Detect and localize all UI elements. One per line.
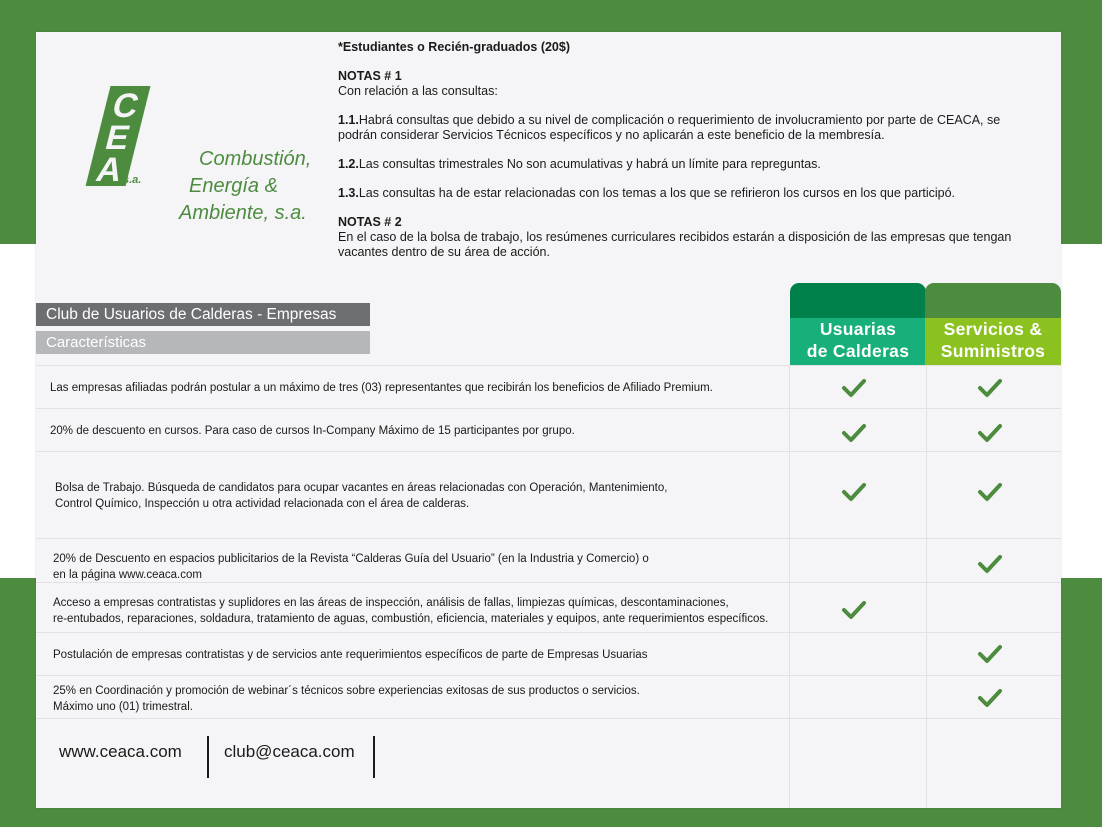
- column-label-line-2: de Calderas: [806, 341, 910, 361]
- notes-1-title: NOTAS # 1: [338, 69, 402, 83]
- check-icon: [841, 599, 867, 621]
- logo-line-3: Ambiente, s.a.: [179, 202, 307, 224]
- column-label-line-1: Servicios &: [943, 319, 1043, 339]
- check-icon: [977, 481, 1003, 503]
- feature-description-line: 20% de Descuento en espacios publicitari…: [53, 553, 649, 565]
- feature-description-line: Máximo uno (01) trimestral.: [53, 701, 193, 713]
- column-cap: [925, 283, 1061, 318]
- note-1-3-text: Las consultas ha de estar relacionadas c…: [358, 186, 956, 200]
- email-link[interactable]: club@ceaca.com: [224, 742, 355, 762]
- feature-description-line: Acceso a empresas contratistas y suplido…: [53, 597, 729, 609]
- column-label: Servicios & Suministros: [925, 318, 1061, 366]
- table-row-divider: [36, 718, 1061, 719]
- table-row: 20% de descuento en cursos. Para caso de…: [36, 408, 1061, 452]
- note-1-1-number: 1.1.: [338, 113, 359, 127]
- feature-description-line: 25% en Coordinación y promoción de webin…: [53, 685, 640, 697]
- logo-line-2: Energía &: [189, 175, 278, 197]
- feature-description: 25% en Coordinación y promoción de webin…: [53, 683, 640, 715]
- column-divider: [926, 365, 927, 808]
- table-row: Bolsa de Trabajo. Búsqueda de candidatos…: [36, 451, 1061, 539]
- feature-description-line: en la página www.ceaca.com: [53, 569, 202, 581]
- note-1-2-number: 1.2.: [338, 157, 359, 171]
- notes-2-text: En el caso de la bolsa de trabajo, los r…: [338, 230, 1012, 259]
- feature-description: Postulación de empresas contratistas y d…: [53, 647, 647, 663]
- ceaca-logo: C E A s.a. Combustión, Energía & Ambient…: [81, 84, 311, 224]
- notes-2-title: NOTAS # 2: [338, 215, 402, 229]
- note-1-2-text: Las consultas trimestrales No son acumul…: [358, 157, 821, 171]
- feature-description-line: re-entubados, reparaciones, soldadura, t…: [53, 613, 769, 625]
- website-link[interactable]: www.ceaca.com: [59, 742, 182, 762]
- check-icon: [977, 422, 1003, 444]
- note-1-3-number: 1.3.: [338, 186, 359, 200]
- column-cap: [790, 283, 926, 318]
- column-label-line-2: Suministros: [940, 341, 1046, 361]
- note-1-1-text: Habrá consultas que debido a su nivel de…: [338, 113, 1001, 142]
- feature-description-line: Control Químico, Inspección u otra activ…: [55, 498, 470, 510]
- column-label: Usuarias de Calderas: [790, 318, 926, 366]
- feature-description-line: 20% de descuento en cursos. Para caso de…: [50, 425, 575, 437]
- column-divider: [789, 365, 790, 808]
- feature-description: 20% de descuento en cursos. Para caso de…: [50, 423, 575, 439]
- feature-description: Acceso a empresas contratistas y suplido…: [53, 595, 768, 627]
- logo-suffix: s.a.: [123, 174, 142, 186]
- feature-description-line: Las empresas afiliadas podrán postular a…: [50, 382, 713, 394]
- check-icon: [841, 422, 867, 444]
- feature-description-line: Postulación de empresas contratistas y d…: [53, 649, 648, 661]
- table-row: 25% en Coordinación y promoción de webin…: [36, 675, 1061, 719]
- footer-separator: [207, 736, 209, 778]
- notes-1-intro: Con relación a las consultas:: [338, 84, 498, 98]
- table-row: Postulación de empresas contratistas y d…: [36, 632, 1061, 676]
- notes-section: *Estudiantes o Recién-graduados (20$) NO…: [338, 40, 1028, 274]
- feature-description-line: Bolsa de Trabajo. Búsqueda de candidatos…: [55, 482, 668, 494]
- check-icon: [841, 481, 867, 503]
- column-label-line-1: Usuarias: [819, 319, 897, 339]
- cea-logo-mark: C E A: [85, 86, 151, 189]
- table-subtitle: Características: [36, 331, 370, 354]
- feature-description: Bolsa de Trabajo. Búsqueda de candidatos…: [55, 480, 667, 512]
- check-icon: [977, 687, 1003, 709]
- table-title: Club de Usuarios de Calderas - Empresas: [36, 303, 370, 326]
- feature-description: Las empresas afiliadas podrán postular a…: [50, 380, 713, 396]
- table-row: Acceso a empresas contratistas y suplido…: [36, 582, 1061, 633]
- membership-card: C E A s.a. Combustión, Energía & Ambient…: [36, 32, 1061, 808]
- table-row: Las empresas afiliadas podrán postular a…: [36, 365, 1061, 409]
- column-header-servicios: Servicios & Suministros: [925, 283, 1061, 366]
- column-header-usuarias: Usuarias de Calderas: [790, 283, 926, 366]
- logo-wordmark: Combustión, Energía & Ambiente, s.a.: [179, 146, 312, 227]
- check-icon: [841, 377, 867, 399]
- table-row: 20% de Descuento en espacios publicitari…: [36, 538, 1061, 583]
- footer-separator: [373, 736, 375, 778]
- check-icon: [977, 643, 1003, 665]
- students-price: *Estudiantes o Recién-graduados (20$): [338, 40, 571, 54]
- feature-description: 20% de Descuento en espacios publicitari…: [53, 551, 649, 583]
- check-icon: [977, 553, 1003, 575]
- logo-line-1: Combustión,: [199, 148, 312, 170]
- check-icon: [977, 377, 1003, 399]
